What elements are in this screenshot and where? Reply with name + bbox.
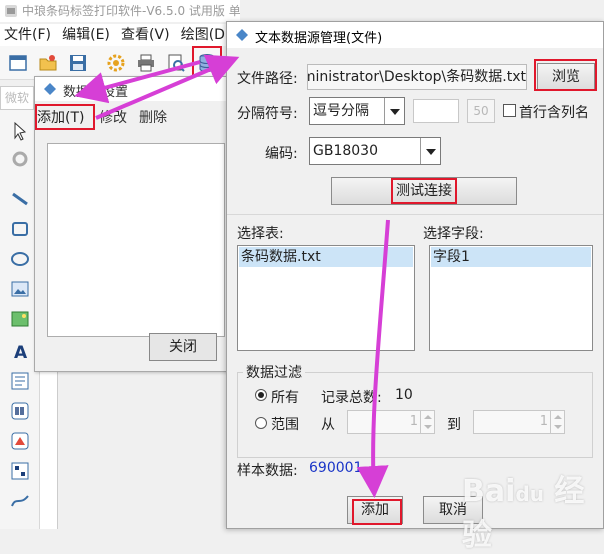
menu-draw[interactable]: 绘图(D: [177, 24, 228, 46]
sample-data-label: 样本数据:: [237, 463, 298, 479]
open-folder-icon[interactable]: [38, 53, 58, 73]
separator-select[interactable]: 逗号分隔: [309, 97, 405, 125]
stepper-arrows-icon: [420, 411, 434, 433]
ellipse-tool-icon[interactable]: [9, 248, 31, 270]
new-file-icon[interactable]: [8, 53, 28, 73]
range-from-stepper: 1: [347, 410, 435, 434]
svg-text:A: A: [14, 343, 28, 362]
header-row-label: 首行含列名: [519, 105, 589, 121]
app-title: 中琅条码标签打印软件-V6.5.0 试用版 单机: [0, 0, 240, 22]
select-field-label: 选择字段:: [423, 226, 484, 242]
encoding-label: 编码:: [265, 146, 298, 162]
text-datasource-titlebar: 文本数据源管理(文件): [227, 22, 603, 48]
menu-edit[interactable]: 编辑(E): [58, 24, 113, 46]
range-from-label: 从: [321, 417, 335, 433]
datasource-edit-button[interactable]: 修改: [99, 107, 127, 127]
list-item[interactable]: 条码数据.txt: [239, 247, 413, 267]
chevron-down-icon[interactable]: [384, 98, 404, 124]
file-path-value: Administrator\Desktop\条码数据.txt: [307, 69, 526, 85]
add-button-highlight: [352, 499, 402, 525]
file-path-field[interactable]: Administrator\Desktop\条码数据.txt: [307, 64, 527, 90]
line-tool-icon[interactable]: [9, 188, 31, 210]
settings-gear-icon[interactable]: [106, 53, 126, 73]
range-from-value: 1: [409, 414, 418, 429]
qrcode-tool-icon[interactable]: [9, 460, 31, 482]
data-filter-title: 数据过滤: [243, 362, 305, 382]
dialog-app-icon: [236, 29, 248, 41]
test-connection-label: 测试连接: [391, 178, 457, 204]
datasource-dialog-title: 数据源设置: [63, 85, 129, 100]
picture-tool-icon[interactable]: [9, 308, 31, 330]
encoding-select[interactable]: GB18030: [309, 137, 441, 165]
database-icon[interactable]: [197, 53, 217, 73]
sample-data-value: 690001: [309, 460, 363, 476]
image-tool-icon[interactable]: [9, 278, 31, 300]
shape-tool-icon[interactable]: [9, 430, 31, 452]
chevron-down-icon[interactable]: [420, 138, 440, 164]
select-table-label: 选择表:: [237, 226, 284, 242]
menu-file[interactable]: 文件(F): [0, 24, 54, 46]
browse-button-highlight: [534, 59, 597, 91]
datasource-settings-dialog: 数据源设置 添加(T) 修改 删除 关闭: [34, 76, 230, 372]
filter-range-label: 范围: [271, 417, 299, 433]
filter-all-radio[interactable]: [255, 389, 267, 401]
table-list[interactable]: 条码数据.txt: [237, 245, 415, 351]
range-to-label: 到: [447, 417, 461, 433]
datasource-delete-button[interactable]: 删除: [139, 107, 167, 127]
app-logo-icon: [5, 5, 17, 17]
total-records-value: 10: [395, 387, 413, 403]
datasource-close-button[interactable]: 关闭: [149, 333, 217, 361]
datasource-add-button[interactable]: 添加(T): [37, 107, 84, 127]
total-records-label: 记录总数:: [321, 390, 382, 406]
dialog-app-icon: [44, 83, 56, 95]
print-preview-icon[interactable]: [166, 53, 186, 73]
filter-all-label: 所有: [271, 390, 299, 406]
datasource-dialog-titlebar: 数据源设置: [35, 77, 229, 101]
text-datasource-title: 文本数据源管理(文件): [255, 31, 383, 46]
menu-view[interactable]: 查看(V): [117, 24, 173, 46]
file-path-label: 文件路径:: [237, 71, 298, 87]
list-item[interactable]: 字段1: [431, 247, 591, 267]
rectangle-tool-icon[interactable]: [9, 218, 31, 240]
text-tool-icon[interactable]: A: [9, 340, 31, 362]
filter-range-radio[interactable]: [255, 417, 267, 429]
main-toolbar: [0, 46, 240, 80]
stepper-arrows-icon: [550, 411, 564, 433]
separator-label: 分隔符号:: [237, 106, 298, 122]
datasource-list[interactable]: [47, 143, 225, 337]
rotate-icon[interactable]: [9, 148, 31, 170]
barcode-tool-icon[interactable]: [9, 400, 31, 422]
range-to-stepper: 1: [473, 410, 565, 434]
watermark-logo: Baidu 经验: [462, 474, 585, 553]
custom-separator-field[interactable]: [413, 99, 459, 123]
select-pointer-icon[interactable]: [9, 120, 31, 142]
menu-bar: 文件(F) 编辑(E) 查看(V) 绘图(D: [0, 24, 240, 46]
side-search-box[interactable]: 微软: [0, 86, 34, 110]
encoding-value: GB18030: [313, 143, 378, 159]
column-count-field: 50: [467, 99, 495, 123]
print-icon[interactable]: [136, 53, 156, 73]
section-divider: [227, 214, 603, 215]
text-datasource-dialog: 文本数据源管理(文件) 文件路径: Administrator\Desktop\…: [226, 21, 604, 529]
save-icon[interactable]: [68, 53, 88, 73]
curve-tool-icon[interactable]: [9, 490, 31, 512]
range-to-value: 1: [539, 414, 548, 429]
test-connection-button[interactable]: 测试连接: [331, 177, 517, 205]
separator-value: 逗号分隔: [313, 103, 369, 119]
header-row-checkbox[interactable]: [503, 104, 516, 117]
field-list[interactable]: 字段1: [429, 245, 593, 351]
vertical-ruler: [40, 372, 58, 529]
rich-text-icon[interactable]: [9, 370, 31, 392]
